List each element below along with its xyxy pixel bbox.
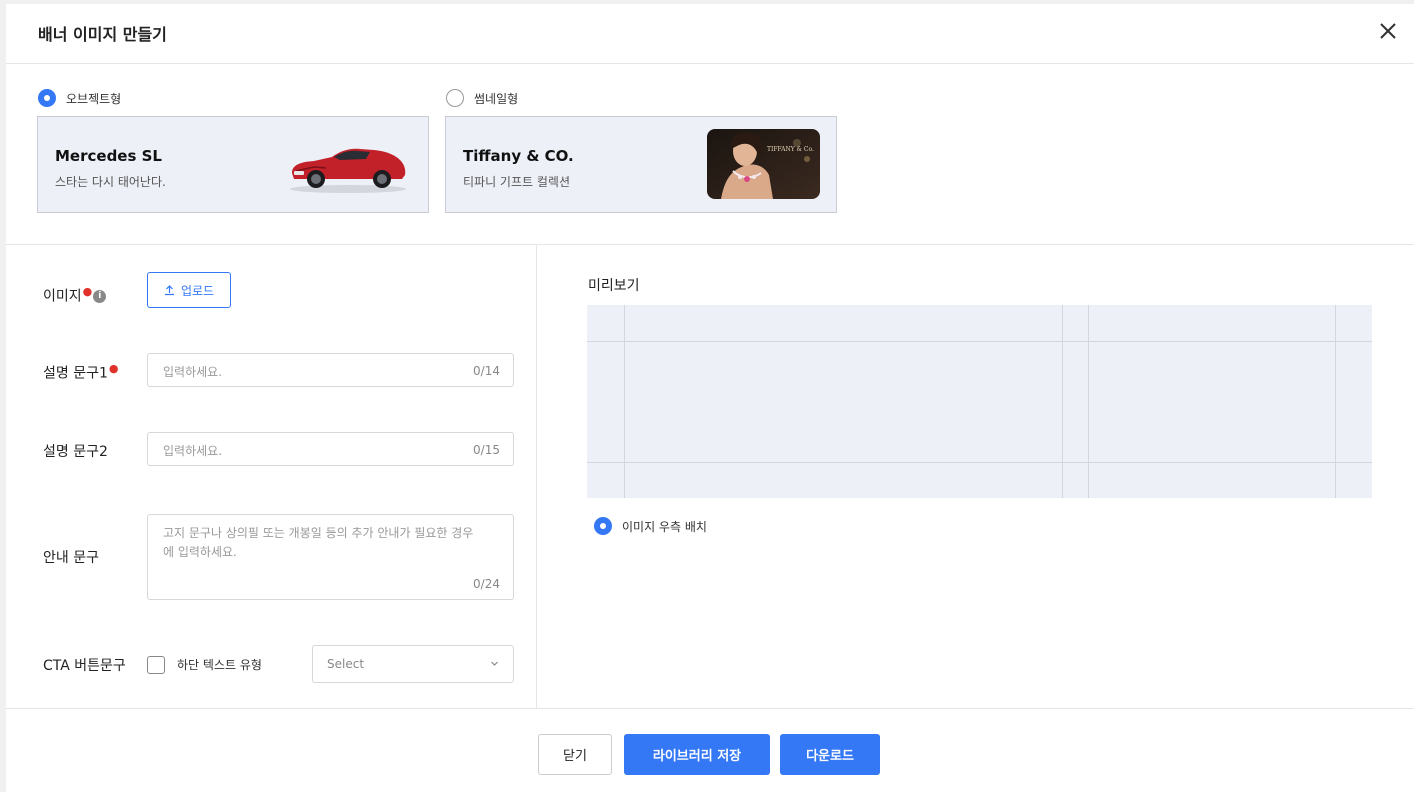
desc1-count: 0/14: [473, 364, 500, 378]
jewelry-model-image: TIFFANY & Co.: [707, 129, 820, 199]
radio-selected[interactable]: [594, 517, 612, 535]
radio-thumbnail-type[interactable]: 썸네일형: [446, 89, 518, 107]
guide-line: [1062, 305, 1063, 498]
notice-placeholder: 고지 문구나 상의필 또는 개봉일 등의 추가 안내가 필요한 경우에 입력하세…: [163, 526, 474, 559]
banner-modal: 배너 이미지 만들기 오브젝트형 썸네일형 Mercedes SL 스타는 다시…: [6, 4, 1414, 792]
preview-box: [587, 305, 1372, 498]
image-label-text: 이미지: [43, 288, 82, 305]
radio-unselected[interactable]: [446, 89, 464, 107]
cta-label: CTA 버튼문구: [43, 655, 126, 675]
card-title: Mercedes SL: [55, 147, 162, 165]
notice-label: 안내 문구: [43, 547, 99, 567]
guide-line: [1335, 305, 1336, 498]
bottom-text-checkbox[interactable]: [147, 656, 165, 674]
desc2-label-text: 설명 문구2: [43, 444, 108, 460]
radio-selected[interactable]: [38, 89, 56, 107]
desc2-input[interactable]: 입력하세요. 0/15: [147, 432, 514, 466]
guide-line: [1088, 305, 1089, 498]
image-label: 이미지● i: [43, 285, 107, 306]
select-value: Select: [327, 657, 365, 671]
radio-image-right[interactable]: 이미지 우측 배치: [594, 517, 707, 535]
required-mark: ●: [82, 285, 93, 298]
notice-label-text: 안내 문구: [43, 550, 99, 566]
radio-label: 이미지 우측 배치: [622, 519, 707, 534]
radio-label: 썸네일형: [474, 91, 519, 106]
guide-line: [587, 341, 1372, 342]
upload-icon: [164, 284, 174, 295]
desc2-label: 설명 문구2: [43, 441, 108, 461]
radio-object-type[interactable]: 오브젝트형: [38, 89, 121, 107]
required-mark: ●: [108, 362, 119, 375]
card-subtitle: 스타는 다시 태어난다.: [55, 175, 166, 189]
guide-line: [624, 305, 625, 498]
tiffany-logo: TIFFANY & Co.: [767, 146, 814, 153]
form-area: 이미지● i 업로드 설명 문구1● 입력하세요. 0/14 설명 문구2 입력하…: [6, 245, 537, 708]
modal-footer: 닫기 라이브러리 저장 다운로드: [6, 708, 1414, 792]
modal-header: 배너 이미지 만들기: [6, 4, 1414, 64]
desc1-label: 설명 문구1●: [43, 362, 119, 383]
upload-label: 업로드: [180, 283, 215, 298]
guide-line: [587, 462, 1372, 463]
cta-select[interactable]: Select: [312, 645, 514, 683]
desc1-label-text: 설명 문구1: [43, 365, 108, 382]
upload-button[interactable]: 업로드: [147, 272, 231, 308]
card-subtitle: 티파니 기프트 컬렉션: [463, 175, 570, 189]
bottom-text-checkbox-label: 하단 텍스트 유형: [177, 658, 262, 672]
thumbnail-type-card[interactable]: Tiffany & CO. 티파니 기프트 컬렉션 TIFFANY & Co.: [445, 116, 837, 213]
cta-label-text: CTA 버튼문구: [43, 658, 126, 674]
preview-title: 미리보기: [588, 278, 640, 294]
banner-type-section: 오브젝트형 썸네일형 Mercedes SL 스타는 다시 태어난다. Tiff…: [6, 65, 1414, 245]
chevron-down-icon: [491, 661, 498, 666]
car-image: [290, 148, 406, 193]
desc2-placeholder: 입력하세요.: [163, 444, 223, 458]
notice-textarea[interactable]: 고지 문구나 상의필 또는 개봉일 등의 추가 안내가 필요한 경우에 입력하세…: [147, 514, 514, 600]
download-button[interactable]: 다운로드: [780, 734, 880, 775]
desc1-placeholder: 입력하세요.: [163, 365, 223, 379]
card-title: Tiffany & CO.: [463, 147, 574, 165]
close-icon[interactable]: [1374, 17, 1402, 45]
notice-count: 0/24: [473, 577, 500, 591]
save-library-button[interactable]: 라이브러리 저장: [624, 734, 770, 775]
desc2-count: 0/15: [473, 443, 500, 457]
desc1-input[interactable]: 입력하세요. 0/14: [147, 353, 514, 387]
object-type-card[interactable]: Mercedes SL 스타는 다시 태어난다.: [37, 116, 429, 213]
close-button[interactable]: 닫기: [538, 734, 612, 775]
radio-label: 오브젝트형: [66, 91, 122, 106]
info-icon[interactable]: i: [93, 290, 107, 304]
modal-title: 배너 이미지 만들기: [38, 25, 167, 44]
